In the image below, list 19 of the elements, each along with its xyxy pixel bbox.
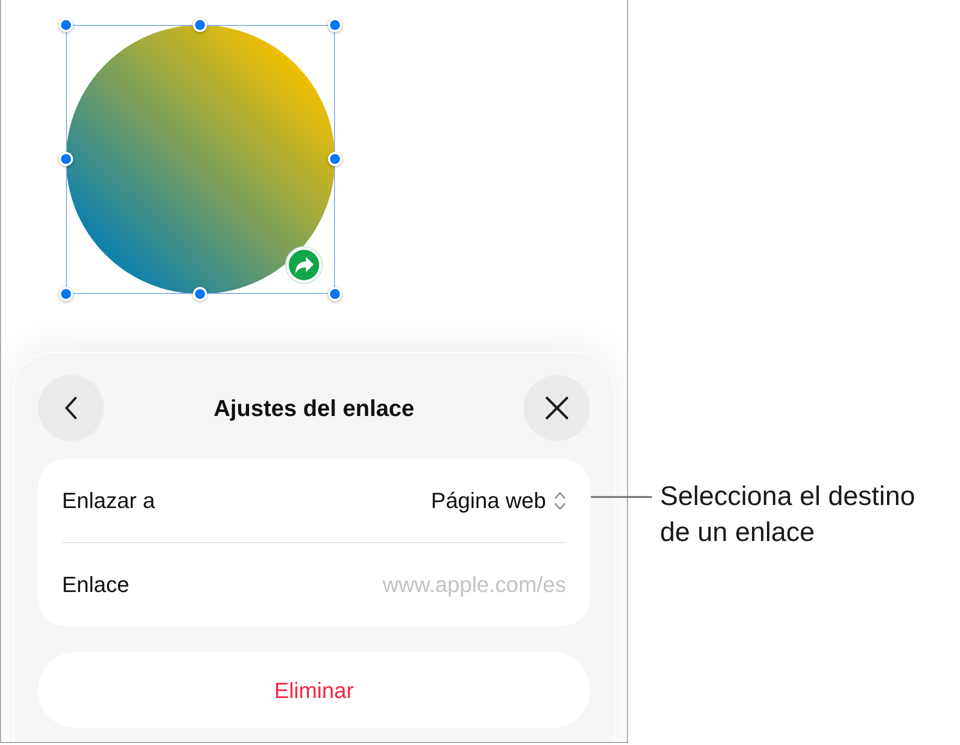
leader-line [591,496,652,498]
resize-handle[interactable] [59,287,73,301]
resize-handle[interactable] [328,287,342,301]
resize-handle[interactable] [193,18,207,32]
up-down-chevron-icon [554,490,566,510]
url-input[interactable]: www.apple.com/es [306,568,566,601]
resize-handle[interactable] [193,287,207,301]
link-type-picker[interactable]: Página web [431,484,566,517]
close-icon [544,396,569,420]
resize-handle[interactable] [59,18,73,32]
resize-handle[interactable] [59,152,73,166]
callout-text: Selecciona el destino de un enlace [660,480,916,549]
row-label: Enlace [62,571,130,599]
row-label: Enlazar a [62,487,155,515]
sheet-title: Ajustes del enlace [214,394,414,423]
delete-button[interactable]: Eliminar [38,652,590,728]
chevron-left-icon [64,396,78,420]
resize-handle[interactable] [328,18,342,32]
resize-handle[interactable] [328,152,342,166]
